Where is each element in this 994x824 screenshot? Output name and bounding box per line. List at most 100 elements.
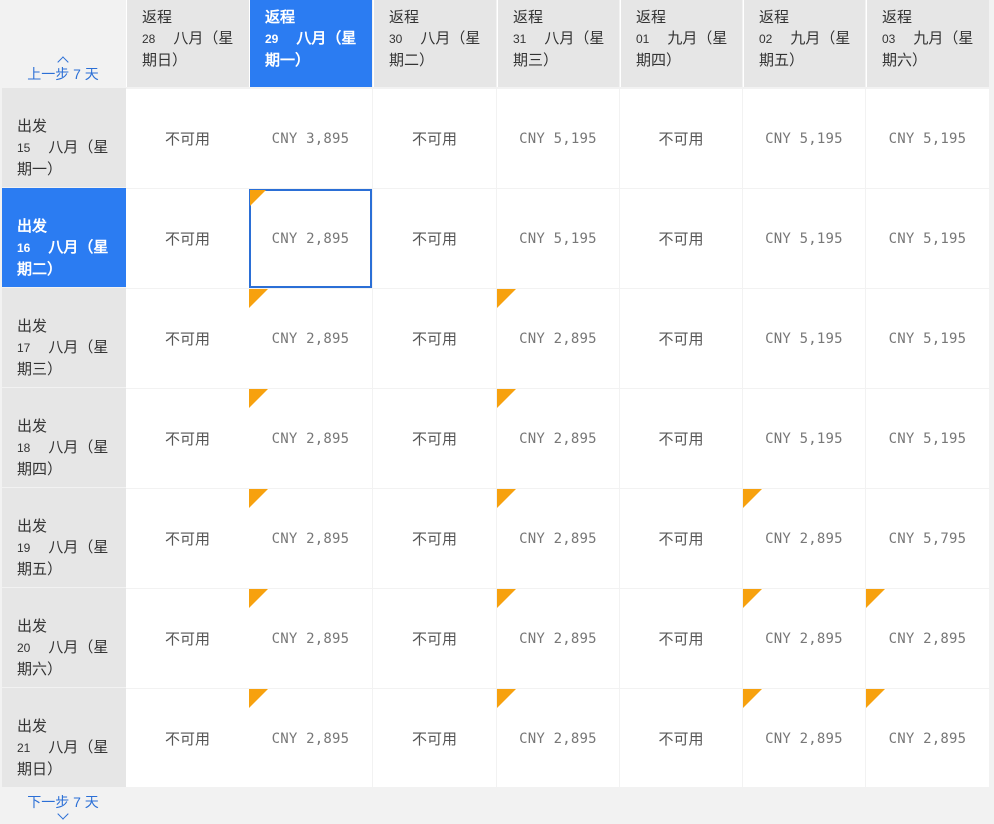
fare-cell[interactable]: CNY 5,195	[743, 289, 865, 388]
fare-cell[interactable]: CNY 2,895	[743, 689, 865, 788]
lowest-fare-flag-icon	[249, 289, 268, 308]
depart-date-header-6[interactable]: 出发 21 八月（星 期日）	[2, 688, 126, 787]
lowest-fare-flag-icon	[497, 489, 516, 508]
fare-cell[interactable]: CNY 5,195	[743, 89, 865, 188]
lowest-fare-flag-icon	[743, 689, 762, 708]
fare-cell[interactable]: CNY 2,895	[249, 689, 372, 788]
fare-cell[interactable]: CNY 2,895	[743, 489, 865, 588]
fare-price: CNY 2,895	[271, 330, 350, 347]
fare-cell[interactable]: CNY 2,895	[866, 589, 989, 688]
unavailable-cell: 不可用	[620, 689, 742, 788]
depart-date-header-0[interactable]: 出发 15 八月（星 期一）	[2, 88, 126, 187]
chevron-down-icon	[57, 808, 69, 820]
fare-price: CNY 2,895	[888, 730, 967, 747]
unavailable-cell: 不可用	[373, 589, 496, 688]
fare-price: CNY 3,895	[271, 130, 350, 147]
fare-cell[interactable]: CNY 5,195	[497, 89, 619, 188]
fare-price: CNY 5,195	[888, 330, 967, 347]
fare-cell[interactable]: CNY 2,895	[497, 289, 619, 388]
fare-cell[interactable]: CNY 2,895	[249, 289, 372, 388]
depart-date-header-4[interactable]: 出发 19 八月（星 期五）	[2, 488, 126, 587]
month-text: 八月（星	[544, 30, 605, 47]
unavailable-cell: 不可用	[373, 389, 496, 488]
fare-price: CNY 5,195	[888, 430, 967, 447]
fare-cell[interactable]: CNY 5,195	[866, 389, 989, 488]
return-date-header-2[interactable]: 返程 30 八月（星 期二）	[373, 0, 496, 87]
return-label: 返程	[513, 9, 544, 26]
unavailable-cell: 不可用	[126, 589, 249, 688]
fare-cell[interactable]: CNY 5,195	[866, 89, 989, 188]
fare-price: CNY 5,195	[765, 230, 843, 247]
fare-price: CNY 2,895	[271, 430, 350, 447]
day-number: 15	[17, 141, 31, 155]
depart-label: 出发	[17, 318, 48, 335]
lowest-fare-flag-icon	[866, 589, 885, 608]
depart-date-header-1[interactable]: 出发 16 八月（星 期二）	[2, 188, 126, 287]
weekday-text: 期六）	[882, 52, 928, 69]
day-number: 19	[17, 541, 31, 555]
unavailable-cell: 不可用	[373, 189, 496, 288]
fare-price: CNY 2,895	[271, 530, 350, 547]
day-number: 18	[17, 441, 31, 455]
weekday-text: 期日）	[142, 52, 188, 69]
fare-price: CNY 2,895	[765, 630, 843, 647]
unavailable-cell: 不可用	[126, 89, 249, 188]
return-date-header-4[interactable]: 返程 01 九月（星 期四）	[620, 0, 742, 87]
fare-cell[interactable]: CNY 5,195	[866, 189, 989, 288]
depart-date-header-3[interactable]: 出发 18 八月（星 期四）	[2, 388, 126, 487]
fare-cell[interactable]: CNY 3,895	[249, 89, 372, 188]
fare-cell[interactable]: CNY 2,895	[743, 589, 865, 688]
day-number: 01	[636, 32, 650, 46]
fare-cell[interactable]: CNY 2,895	[497, 689, 619, 788]
fare-cell[interactable]: CNY 2,895	[866, 689, 989, 788]
depart-label: 出发	[17, 518, 48, 535]
day-number: 31	[513, 32, 527, 46]
return-date-header-3[interactable]: 返程 31 八月（星期三）	[497, 0, 619, 87]
fare-cell[interactable]: CNY 5,195	[497, 189, 619, 288]
fare-cell[interactable]: CNY 5,195	[743, 189, 865, 288]
fare-cell[interactable]: CNY 2,895	[249, 189, 372, 288]
unavailable-cell: 不可用	[126, 289, 249, 388]
weekday-text: 期二）	[17, 261, 63, 278]
return-date-header-0[interactable]: 返程 28 八月（星 期日）	[126, 0, 249, 87]
weekday-text: 期三）	[17, 361, 63, 378]
depart-label: 出发	[17, 618, 48, 635]
unavailable-text: 不可用	[658, 431, 704, 448]
fare-cell[interactable]: CNY 2,895	[497, 589, 619, 688]
lowest-fare-flag-icon	[497, 389, 516, 408]
fare-price: CNY 2,895	[765, 530, 843, 547]
day-number: 29	[265, 32, 279, 46]
fare-cell[interactable]: CNY 2,895	[249, 389, 372, 488]
fare-cell[interactable]: CNY 5,195	[866, 289, 989, 388]
fare-cell[interactable]: CNY 2,895	[497, 489, 619, 588]
month-text: 八月（星	[48, 139, 109, 156]
unavailable-text: 不可用	[164, 231, 210, 248]
unavailable-cell: 不可用	[620, 389, 742, 488]
fare-cell[interactable]: CNY 5,795	[866, 489, 989, 588]
fare-calendar-grid: 上一步 7 天 返程 28 八月（星 期日） 返程 29 八月（星 期一） 返程 30 八月（星 期二…	[0, 0, 994, 824]
fare-cell[interactable]: CNY 2,895	[497, 389, 619, 488]
unavailable-text: 不可用	[411, 431, 457, 448]
unavailable-cell: 不可用	[373, 689, 496, 788]
depart-date-header-5[interactable]: 出发 20 八月（星 期六）	[2, 588, 126, 687]
fare-price: CNY 2,895	[519, 630, 597, 647]
weekday-text: 期五）	[17, 561, 63, 578]
lowest-fare-flag-icon	[743, 589, 762, 608]
return-date-header-6[interactable]: 返程 03 九月（星 期六）	[866, 0, 989, 87]
next-7-days-link[interactable]: 下一步 7 天	[0, 792, 126, 820]
previous-7-days-link[interactable]: 上一步 7 天	[0, 54, 126, 84]
fare-cell[interactable]: CNY 2,895	[249, 589, 372, 688]
return-date-header-5[interactable]: 返程 02 九月（星 期五）	[743, 0, 865, 87]
fare-cell[interactable]: CNY 5,195	[743, 389, 865, 488]
fare-price: CNY 2,895	[519, 330, 597, 347]
depart-label: 出发	[17, 418, 48, 435]
unavailable-text: 不可用	[411, 231, 457, 248]
unavailable-text: 不可用	[164, 731, 210, 748]
unavailable-text: 不可用	[411, 631, 457, 648]
lowest-fare-flag-icon	[497, 689, 516, 708]
weekday-text: 期三）	[513, 52, 559, 69]
return-date-header-1[interactable]: 返程 29 八月（星 期一）	[249, 0, 372, 87]
unavailable-cell: 不可用	[373, 89, 496, 188]
fare-cell[interactable]: CNY 2,895	[249, 489, 372, 588]
depart-date-header-2[interactable]: 出发 17 八月（星 期三）	[2, 288, 126, 387]
